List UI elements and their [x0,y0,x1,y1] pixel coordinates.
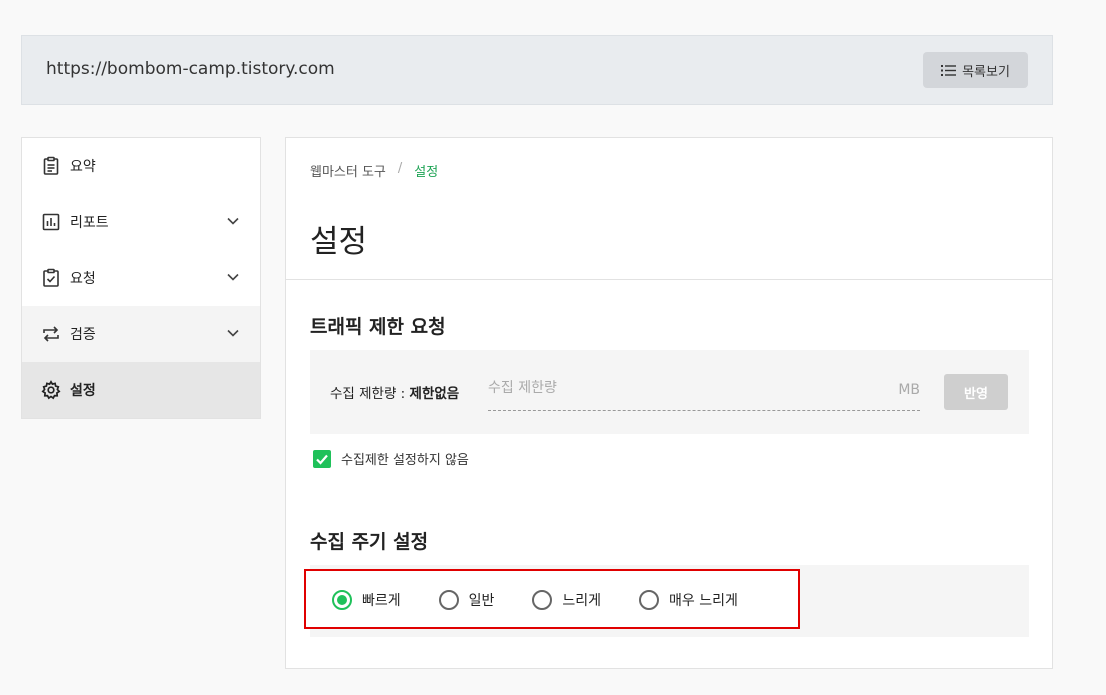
crawl-frequency-area: 빠르게 일반 느리게 매우 느리게 [304,565,1029,637]
radio-button[interactable] [332,590,352,610]
radio-option-slow[interactable]: 느리게 [532,590,601,610]
sidebar-item-verify[interactable]: 검증 [22,306,260,362]
sidebar-nav: 요약 리포트 요청 검증 설정 [21,137,261,419]
traffic-limit-box: 수집 제한량 : 제한없음 MB 반영 [310,350,1029,434]
unit-label: MB [898,382,920,398]
radio-button[interactable] [639,590,660,610]
breadcrumb-separator: / [397,161,403,176]
traffic-limit-section-title: 트래픽 제한 요청 [310,316,446,338]
no-limit-checkbox-label[interactable]: 수집제한 설정하지 않음 [341,449,469,468]
limit-input[interactable] [488,380,868,396]
clipboard-check-icon [40,267,62,289]
sidebar-item-label: 요청 [70,271,96,287]
radio-button[interactable] [438,590,459,610]
radio-option-fast[interactable]: 빠르게 [332,590,401,610]
radio-option-very-slow[interactable]: 매우 느리게 [639,590,738,610]
gear-icon [40,379,62,401]
radio-option-normal[interactable]: 일반 [438,590,495,610]
sidebar-item-label: 검증 [70,327,96,343]
site-header-bar: https://bombom-camp.tistory.com 목록보기 [21,35,1053,105]
clipboard-icon [40,155,62,177]
repeat-icon [40,323,62,345]
breadcrumb-item-current: 설정 [414,165,439,180]
list-view-button-label: 목록보기 [962,64,1010,80]
chevron-down-icon[interactable] [226,214,240,228]
sidebar-item-label: 요약 [70,159,96,175]
radio-button[interactable] [532,590,553,610]
radio-label: 느리게 [562,593,602,609]
page-title: 설정 [310,224,368,260]
crawl-frequency-radio-group: 빠르게 일반 느리게 매우 느리게 [332,590,776,610]
breadcrumb-item-webmaster-tools[interactable]: 웹마스터 도구 [310,161,386,180]
divider [286,279,1052,280]
chevron-down-icon[interactable] [226,270,240,284]
no-limit-checkbox[interactable] [313,449,331,468]
breadcrumb: 웹마스터 도구 / 설정 [310,161,438,180]
limit-label-prefix: 수집 제한량 : [330,386,410,402]
chevron-down-icon[interactable] [226,326,240,340]
sidebar-item-summary[interactable]: 요약 [22,138,260,194]
radio-label: 빠르게 [362,593,401,609]
apply-button[interactable]: 반영 [944,374,1008,410]
settings-panel: 웹마스터 도구 / 설정 설정 트래픽 제한 요청 수집 제한량 : 제한없음 … [285,137,1053,669]
limit-label: 수집 제한량 : 제한없음 [330,382,459,402]
sidebar-item-request[interactable]: 요청 [22,250,260,306]
limit-input-wrapper: MB [488,372,920,411]
radio-label: 일반 [468,593,495,609]
checkmark-icon [316,454,328,465]
crawl-frequency-section-title: 수집 주기 설정 [310,531,429,553]
limit-label-value: 제한없음 [409,386,460,402]
list-view-button[interactable]: 목록보기 [923,52,1028,88]
no-limit-checkbox-row: 수집제한 설정하지 않음 [313,449,469,468]
radio-label: 매우 느리게 [669,593,738,609]
sidebar-item-label: 설정 [70,383,96,399]
sidebar-item-report[interactable]: 리포트 [22,194,260,250]
list-icon [941,64,957,76]
site-url: https://bombom-camp.tistory.com [46,59,335,79]
sidebar-item-settings[interactable]: 설정 [22,362,260,418]
sidebar-item-label: 리포트 [70,215,109,231]
bar-chart-icon [40,211,62,233]
